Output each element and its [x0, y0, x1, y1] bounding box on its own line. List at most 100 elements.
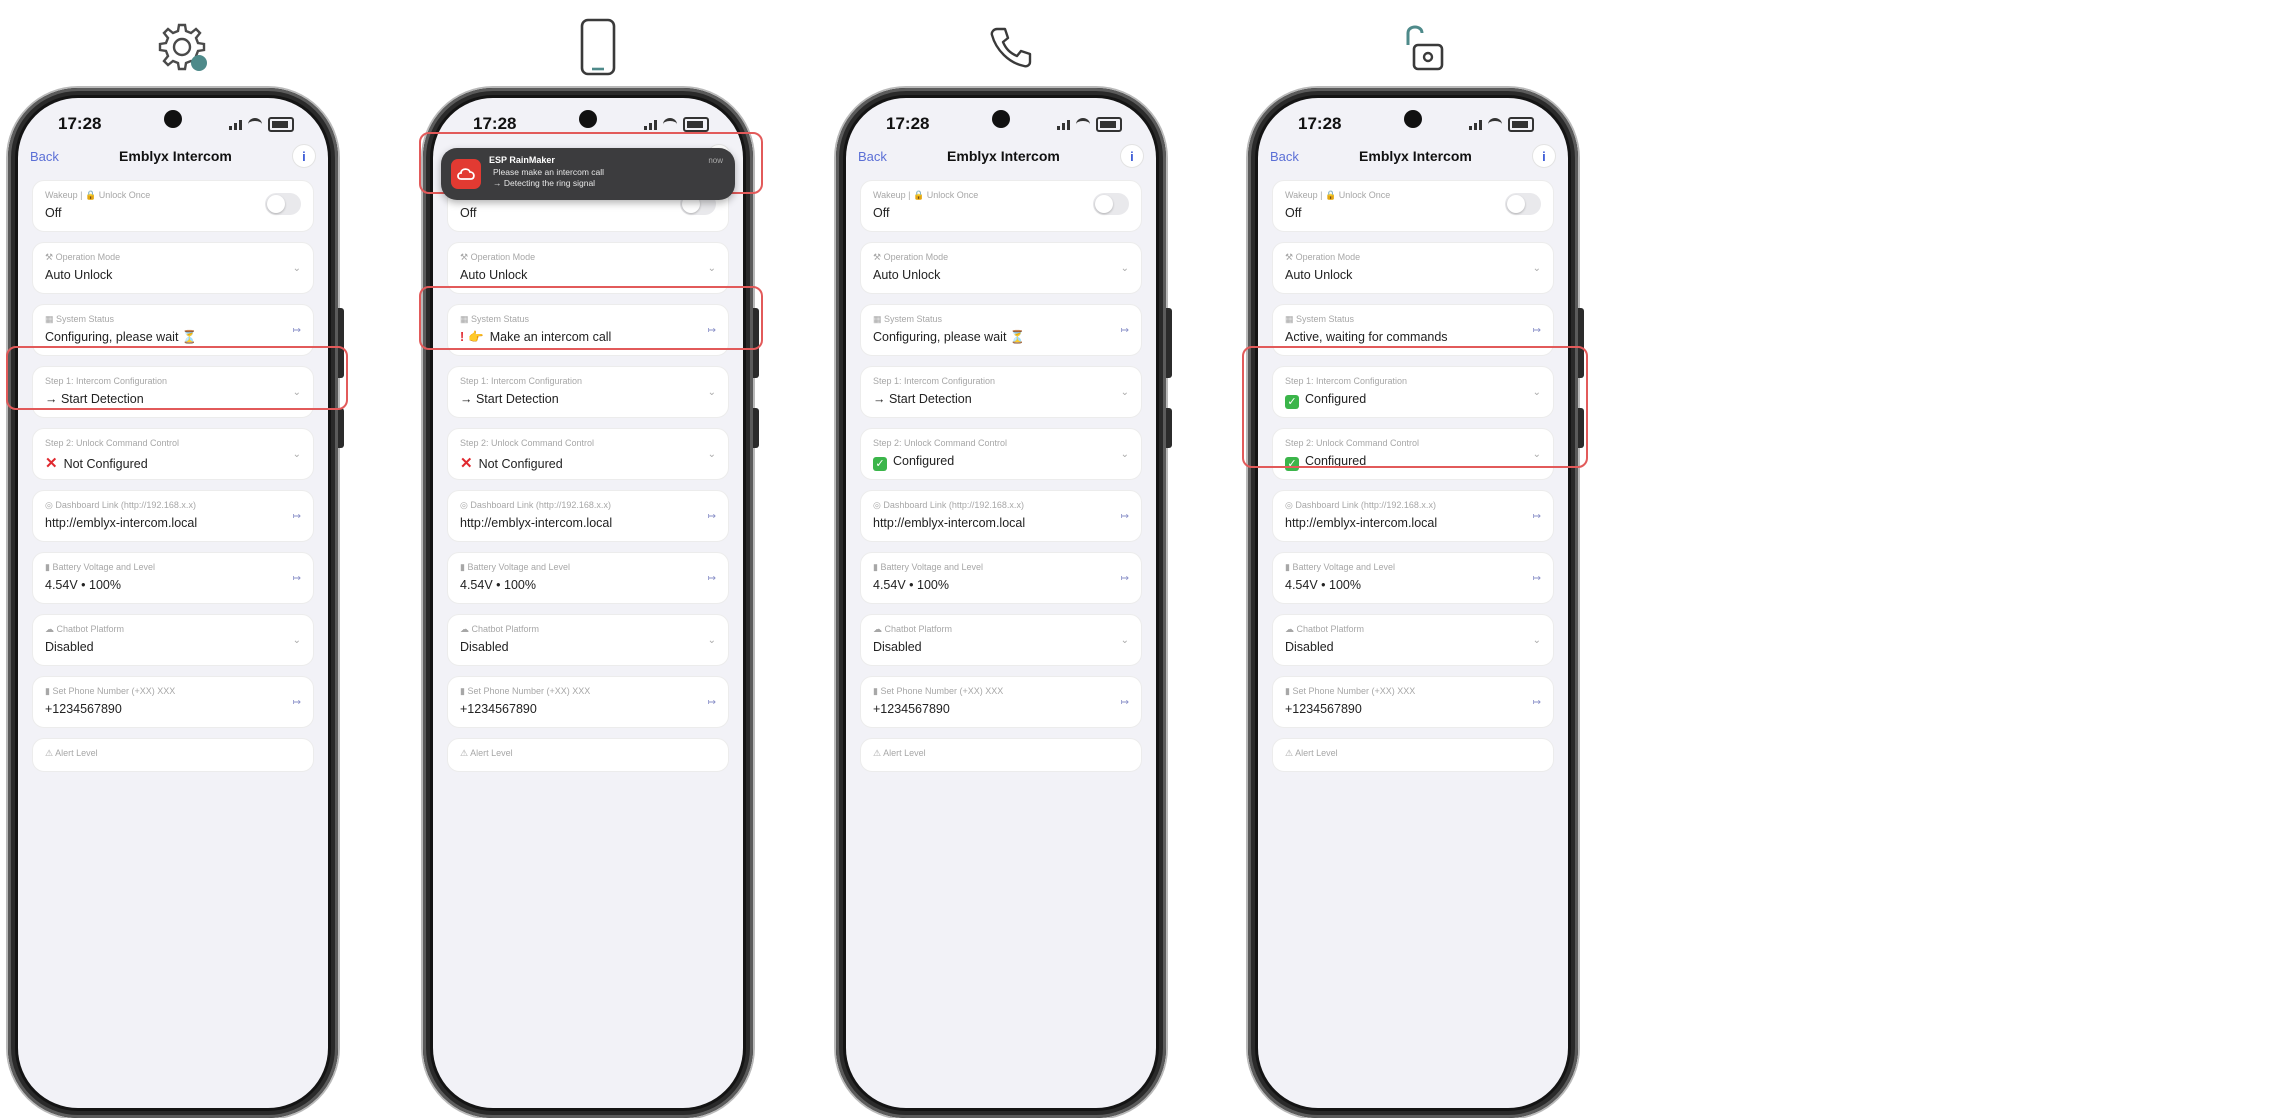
chatbot-card[interactable]: ☁ Chatbot Platform Disabled ⌄	[1272, 614, 1554, 666]
chevron-down-icon: ⌄	[292, 635, 301, 646]
phone-screen: 17:28 Back Emblyx Intercom i Wakeup | 🔒 …	[1258, 98, 1568, 1108]
clock: 17:28	[473, 114, 517, 133]
battery-card[interactable]: ▮ Battery Voltage and Level 4.54V • 100% ↦	[1272, 552, 1554, 604]
dashboard-link-card[interactable]: ◎ Dashboard Link (http://192.168.x.x) htt…	[447, 490, 729, 542]
clock: 17:28	[58, 114, 102, 133]
push-notification[interactable]: ESP RainMaker Please make an intercom ca…	[441, 148, 735, 200]
highlight-steps-configured	[1242, 346, 1588, 468]
unlock-toggle[interactable]	[1093, 193, 1129, 215]
step1-card[interactable]: Step 1: Intercom Configuration → Start De…	[860, 366, 1142, 418]
chatbot-card[interactable]: ☁ Chatbot Platform Disabled ⌄	[32, 614, 314, 666]
chevron-down-icon: ⌄	[707, 263, 716, 274]
phone-screen: 17:28 Back Emblyx Intercom i Wakeup | 🔒 …	[846, 98, 1156, 1108]
step-column-1: 17:28 Back Emblyx Intercom i Wakeup | 🔒 …	[6, 0, 478, 1118]
arrow-icon: ↦	[292, 697, 301, 708]
battery-card[interactable]: ▮ Battery Voltage and Level 4.54V • 100% ↦	[32, 552, 314, 604]
phone-number-card[interactable]: ▮ Set Phone Number (+XX) XXX +1234567890 ↦	[32, 676, 314, 728]
status-bar: 17:28	[1298, 112, 1534, 136]
info-button[interactable]: i	[291, 144, 316, 168]
chatbot-card[interactable]: ☁ Chatbot Platform Disabled ⌄	[447, 614, 729, 666]
back-button[interactable]: Back	[30, 149, 59, 164]
chevron-down-icon: ⌄	[1120, 449, 1129, 460]
phone-screen: 17:28 Back Emblyx Intercom i Wakeup | 🔒 …	[18, 98, 328, 1108]
settings-list: Wakeup | 🔒 Unlock OnceOff ⚒ Operation Mo…	[32, 180, 314, 782]
chevron-down-icon: ⌄	[707, 387, 716, 398]
alert-level-card[interactable]: ⚠ Alert Level	[447, 738, 729, 772]
signal-icon	[644, 118, 657, 130]
wakeup-card[interactable]: Wakeup | 🔒 Unlock OnceOff	[1272, 180, 1554, 232]
chatbot-card[interactable]: ☁ Chatbot Platform Disabled ⌄	[860, 614, 1142, 666]
step2-card[interactable]: Step 2: Unlock Command Control ✕ Not Confi…	[32, 428, 314, 480]
chevron-down-icon: ⌄	[1120, 263, 1129, 274]
wifi-icon	[1076, 117, 1090, 131]
arrow-icon: ↦	[707, 573, 716, 584]
operation-mode-card[interactable]: ⚒ Operation Mode Auto Unlock ⌄	[860, 242, 1142, 294]
settings-list: Wakeup | 🔒 Unlock OnceOff ⚒ Operation Mo…	[860, 180, 1142, 782]
arrow-icon: ↦	[1120, 511, 1129, 522]
chevron-down-icon: ⌄	[1120, 635, 1129, 646]
phone-icon	[563, 12, 633, 82]
system-status-card[interactable]: ▦ System Status Configuring, please wait …	[860, 304, 1142, 356]
signal-icon	[1469, 118, 1482, 130]
dashboard-link-card[interactable]: ◎ Dashboard Link (http://192.168.x.x) htt…	[1272, 490, 1554, 542]
step-column-3: 17:28 Back Emblyx Intercom i Wakeup | 🔒 …	[836, 0, 1306, 1118]
battery-card[interactable]: ▮ Battery Voltage and Level 4.54V • 100% ↦	[447, 552, 729, 604]
cross-icon: ✕	[460, 455, 473, 472]
battery-icon	[1096, 116, 1122, 132]
phone-number-card[interactable]: ▮ Set Phone Number (+XX) XXX +1234567890 ↦	[447, 676, 729, 728]
clock: 17:28	[886, 114, 930, 133]
chevron-down-icon: ⌄	[1532, 263, 1541, 274]
arrow-icon: ↦	[292, 511, 301, 522]
dashboard-link-card[interactable]: ◎ Dashboard Link (http://192.168.x.x) htt…	[860, 490, 1142, 542]
chevron-down-icon: ⌄	[1532, 635, 1541, 646]
settings-list: Wakeup | 🔒 Unlock OnceOff ⚒ Operation Mo…	[1272, 180, 1554, 782]
unlock-toggle[interactable]	[1505, 193, 1541, 215]
rainmaker-cloud-icon	[451, 159, 481, 189]
battery-icon	[1508, 116, 1534, 132]
phone-mockup: 17:28 Back Emblyx Intercom i Wakeup | 🔒 …	[836, 88, 1172, 1118]
arrow-icon: ↦	[1532, 573, 1541, 584]
step2-card[interactable]: Step 2: Unlock Command Control ✕ Not Confi…	[447, 428, 729, 480]
arrow-icon: ↦	[292, 325, 301, 336]
chevron-down-icon: ⌄	[707, 635, 716, 646]
status-bar: 17:28	[58, 112, 294, 136]
status-bar: 17:28	[886, 112, 1122, 136]
operation-mode-card[interactable]: ⚒ Operation Mode Auto Unlock ⌄	[32, 242, 314, 294]
arrow-icon: ↦	[292, 573, 301, 584]
alert-level-card[interactable]: ⚠ Alert Level	[32, 738, 314, 772]
phone-mockup: 17:28 Back Emblyx Intercom i Wakeup | 🔒 …	[1248, 88, 1584, 1118]
step2-card[interactable]: Step 2: Unlock Command Control ✓ Configure…	[860, 428, 1142, 480]
notification-line-2: → Detecting the ring signal	[493, 178, 596, 188]
phone-mockup: 17:28 Back Emblyx Intercom i Wakeup | 🔒 …	[8, 88, 344, 1118]
arrow-icon: ↦	[707, 697, 716, 708]
wakeup-card[interactable]: Wakeup | 🔒 Unlock OnceOff	[860, 180, 1142, 232]
nav-bar: Back Emblyx Intercom i	[1270, 142, 1556, 170]
settings-list: Wakeup | 🔒 Unlock OnceOff ⚒ Operation Mo…	[447, 180, 729, 782]
back-button[interactable]: Back	[858, 149, 887, 164]
wifi-icon	[1488, 117, 1502, 131]
step1-card[interactable]: Step 1: Intercom Configuration → Start De…	[447, 366, 729, 418]
alert-level-card[interactable]: ⚠ Alert Level	[1272, 738, 1554, 772]
arrow-icon: ↦	[707, 511, 716, 522]
info-button[interactable]: i	[1531, 144, 1556, 168]
arrow-icon: ↦	[1120, 697, 1129, 708]
wakeup-card[interactable]: Wakeup | 🔒 Unlock OnceOff	[32, 180, 314, 232]
highlight-step1	[6, 346, 348, 410]
chevron-down-icon: ⌄	[292, 449, 301, 460]
nav-bar: Back Emblyx Intercom i	[30, 142, 316, 170]
unlock-toggle[interactable]	[265, 193, 301, 215]
signal-icon	[229, 118, 242, 130]
nav-bar: Back Emblyx Intercom i	[858, 142, 1144, 170]
step-column-4: 17:28 Back Emblyx Intercom i Wakeup | 🔒 …	[1242, 0, 1718, 1118]
back-button[interactable]: Back	[1270, 149, 1299, 164]
alert-level-card[interactable]: ⚠ Alert Level	[860, 738, 1142, 772]
chevron-down-icon: ⌄	[707, 449, 716, 460]
dashboard-link-card[interactable]: ◎ Dashboard Link (http://192.168.x.x) htt…	[32, 490, 314, 542]
cross-icon: ✕	[45, 455, 58, 472]
phone-number-card[interactable]: ▮ Set Phone Number (+XX) XXX +1234567890 ↦	[860, 676, 1142, 728]
page-title: Emblyx Intercom	[947, 148, 1060, 164]
operation-mode-card[interactable]: ⚒ Operation Mode Auto Unlock ⌄	[1272, 242, 1554, 294]
info-button[interactable]: i	[1119, 144, 1144, 168]
phone-number-card[interactable]: ▮ Set Phone Number (+XX) XXX +1234567890 ↦	[1272, 676, 1554, 728]
battery-card[interactable]: ▮ Battery Voltage and Level 4.54V • 100% ↦	[860, 552, 1142, 604]
